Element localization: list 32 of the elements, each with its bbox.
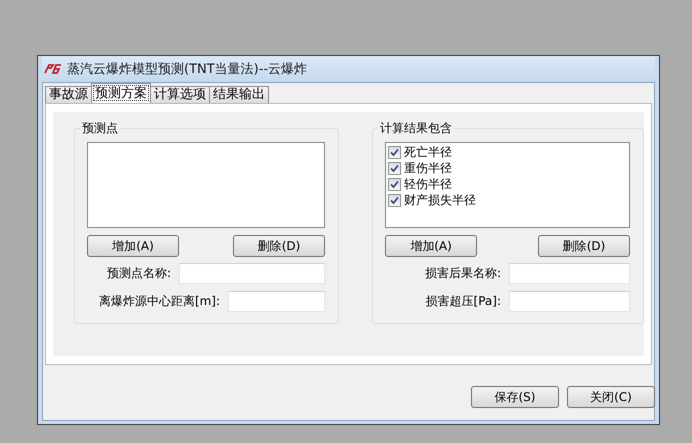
add-button[interactable]: 增加(A) bbox=[385, 235, 478, 257]
tab[interactable]: 事故源 bbox=[45, 86, 92, 103]
group-title: 计算结果包含 bbox=[378, 121, 454, 135]
window-title: 蒸汽云爆炸模型预测(TNT当量法)--云爆炸 bbox=[67, 61, 308, 78]
add-button[interactable]: 增加(A) bbox=[87, 235, 179, 257]
close-button[interactable]: 关闭(C) bbox=[567, 386, 655, 408]
group-title: 预测点 bbox=[80, 121, 120, 135]
checkbox-label: 财产损失半径 bbox=[404, 192, 476, 208]
field-label: 损害超压[Pa]: bbox=[426, 293, 501, 310]
input-field[interactable] bbox=[228, 291, 326, 312]
checkbox-label: 重伤半径 bbox=[404, 160, 452, 176]
field-label: 预测点名称: bbox=[107, 265, 172, 282]
field-label: 损害后果名称: bbox=[424, 265, 501, 282]
list-box[interactable]: 死亡半径 重伤半径 轻伤半径 财产损失半径 bbox=[385, 142, 630, 228]
checkbox[interactable] bbox=[388, 146, 402, 158]
tab[interactable]: 预测方案 bbox=[91, 83, 151, 103]
checkbox-label: 死亡半径 bbox=[404, 144, 452, 160]
list-box[interactable] bbox=[87, 142, 326, 228]
checkbox[interactable] bbox=[388, 162, 402, 174]
tab[interactable]: 计算选项 bbox=[150, 86, 210, 103]
delete-button[interactable]: 删除(D) bbox=[233, 235, 326, 257]
checkbox-label: 轻伤半径 bbox=[404, 176, 452, 192]
app-logo-icon bbox=[44, 64, 62, 74]
checkbox[interactable] bbox=[388, 178, 402, 190]
tab[interactable]: 结果输出 bbox=[209, 86, 269, 103]
input-field[interactable] bbox=[509, 263, 630, 284]
field-label: 离爆炸源中心距离[m]: bbox=[98, 293, 220, 310]
delete-button[interactable]: 删除(D) bbox=[538, 235, 630, 257]
save-button[interactable]: 保存(S) bbox=[471, 386, 559, 408]
input-field[interactable] bbox=[179, 263, 326, 284]
checkbox[interactable] bbox=[388, 194, 402, 206]
input-field[interactable] bbox=[509, 291, 630, 312]
